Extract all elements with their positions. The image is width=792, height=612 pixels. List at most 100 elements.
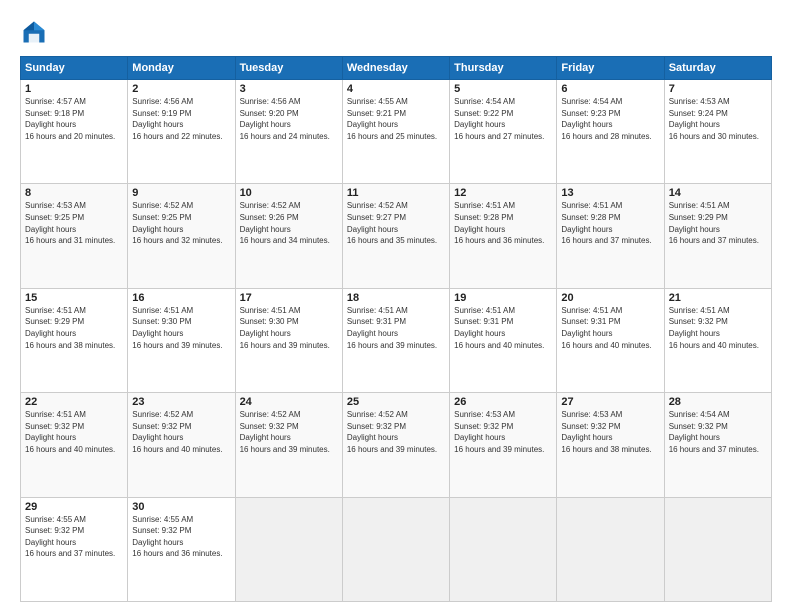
day-number: 6 (561, 83, 659, 95)
day-info: Sunrise: 4:54 AMSunset: 9:32 PMDaylight … (669, 410, 759, 454)
day-info: Sunrise: 4:52 AMSunset: 9:26 PMDaylight … (240, 201, 330, 245)
day-info: Sunrise: 4:56 AMSunset: 9:19 PMDaylight … (132, 97, 222, 141)
day-number: 10 (240, 187, 338, 199)
day-info: Sunrise: 4:53 AMSunset: 9:24 PMDaylight … (669, 97, 759, 141)
day-info: Sunrise: 4:53 AMSunset: 9:32 PMDaylight … (561, 410, 651, 454)
day-number: 3 (240, 83, 338, 95)
day-info: Sunrise: 4:51 AMSunset: 9:32 PMDaylight … (25, 410, 115, 454)
calendar-cell (557, 497, 664, 601)
calendar-cell: 30 Sunrise: 4:55 AMSunset: 9:32 PMDayligh… (128, 497, 235, 601)
day-number: 14 (669, 187, 767, 199)
calendar-cell: 17 Sunrise: 4:51 AMSunset: 9:30 PMDayligh… (235, 288, 342, 392)
day-number: 29 (25, 501, 123, 513)
day-number: 21 (669, 292, 767, 304)
weekday-header-sunday: Sunday (21, 57, 128, 80)
calendar-table: SundayMondayTuesdayWednesdayThursdayFrid… (20, 56, 772, 602)
day-number: 8 (25, 187, 123, 199)
calendar-cell: 27 Sunrise: 4:53 AMSunset: 9:32 PMDayligh… (557, 393, 664, 497)
weekday-header-monday: Monday (128, 57, 235, 80)
weekday-header-wednesday: Wednesday (342, 57, 449, 80)
calendar-cell: 8 Sunrise: 4:53 AMSunset: 9:25 PMDaylight… (21, 184, 128, 288)
day-number: 7 (669, 83, 767, 95)
day-info: Sunrise: 4:53 AMSunset: 9:25 PMDaylight … (25, 201, 115, 245)
day-info: Sunrise: 4:51 AMSunset: 9:31 PMDaylight … (561, 306, 651, 350)
day-info: Sunrise: 4:52 AMSunset: 9:32 PMDaylight … (347, 410, 437, 454)
day-number: 4 (347, 83, 445, 95)
day-number: 12 (454, 187, 552, 199)
calendar-cell: 10 Sunrise: 4:52 AMSunset: 9:26 PMDayligh… (235, 184, 342, 288)
day-number: 2 (132, 83, 230, 95)
day-info: Sunrise: 4:56 AMSunset: 9:20 PMDaylight … (240, 97, 330, 141)
day-info: Sunrise: 4:51 AMSunset: 9:29 PMDaylight … (25, 306, 115, 350)
calendar-cell: 26Sunrise: 4:53 AMSunset: 9:32 PMDayligh… (450, 393, 557, 497)
day-number: 17 (240, 292, 338, 304)
calendar-cell: 7 Sunrise: 4:53 AMSunset: 9:24 PMDaylight… (664, 80, 771, 184)
calendar-cell: 5 Sunrise: 4:54 AMSunset: 9:22 PMDaylight… (450, 80, 557, 184)
calendar-cell: 28Sunrise: 4:54 AMSunset: 9:32 PMDayligh… (664, 393, 771, 497)
day-number: 1 (25, 83, 123, 95)
day-number: 16 (132, 292, 230, 304)
day-number: 30 (132, 501, 230, 513)
calendar-cell: 19Sunrise: 4:51 AMSunset: 9:31 PMDayligh… (450, 288, 557, 392)
day-info: Sunrise: 4:52 AMSunset: 9:25 PMDaylight … (132, 201, 222, 245)
calendar-cell: 21 Sunrise: 4:51 AMSunset: 9:32 PMDayligh… (664, 288, 771, 392)
calendar-cell: 18 Sunrise: 4:51 AMSunset: 9:31 PMDayligh… (342, 288, 449, 392)
day-number: 20 (561, 292, 659, 304)
calendar-cell: 16 Sunrise: 4:51 AMSunset: 9:30 PMDayligh… (128, 288, 235, 392)
calendar-cell: 25 Sunrise: 4:52 AMSunset: 9:32 PMDayligh… (342, 393, 449, 497)
day-info: Sunrise: 4:55 AMSunset: 9:32 PMDaylight … (132, 515, 222, 559)
day-number: 5 (454, 83, 552, 95)
day-info: Sunrise: 4:55 AMSunset: 9:21 PMDaylight … (347, 97, 437, 141)
weekday-header-row: SundayMondayTuesdayWednesdayThursdayFrid… (21, 57, 772, 80)
day-info: Sunrise: 4:54 AMSunset: 9:22 PMDaylight … (454, 97, 544, 141)
logo (20, 18, 52, 46)
day-info: Sunrise: 4:51 AMSunset: 9:30 PMDaylight … (240, 306, 330, 350)
calendar-cell: 1 Sunrise: 4:57 AMSunset: 9:18 PMDaylight… (21, 80, 128, 184)
day-info: Sunrise: 4:51 AMSunset: 9:28 PMDaylight … (561, 201, 651, 245)
day-number: 24 (240, 396, 338, 408)
weekday-header-friday: Friday (557, 57, 664, 80)
calendar-cell: 20 Sunrise: 4:51 AMSunset: 9:31 PMDayligh… (557, 288, 664, 392)
day-number: 23 (132, 396, 230, 408)
calendar-cell (450, 497, 557, 601)
calendar-cell: 15 Sunrise: 4:51 AMSunset: 9:29 PMDayligh… (21, 288, 128, 392)
calendar-cell (342, 497, 449, 601)
calendar-row-1: 1 Sunrise: 4:57 AMSunset: 9:18 PMDaylight… (21, 80, 772, 184)
day-info: Sunrise: 4:51 AMSunset: 9:32 PMDaylight … (669, 306, 759, 350)
day-info: Sunrise: 4:51 AMSunset: 9:29 PMDaylight … (669, 201, 759, 245)
day-number: 11 (347, 187, 445, 199)
day-info: Sunrise: 4:51 AMSunset: 9:30 PMDaylight … (132, 306, 222, 350)
calendar-cell: 22Sunrise: 4:51 AMSunset: 9:32 PMDayligh… (21, 393, 128, 497)
weekday-header-thursday: Thursday (450, 57, 557, 80)
day-info: Sunrise: 4:57 AMSunset: 9:18 PMDaylight … (25, 97, 115, 141)
logo-icon (20, 18, 48, 46)
day-info: Sunrise: 4:53 AMSunset: 9:32 PMDaylight … (454, 410, 544, 454)
calendar-cell: 29 Sunrise: 4:55 AMSunset: 9:32 PMDayligh… (21, 497, 128, 601)
day-number: 27 (561, 396, 659, 408)
calendar-cell: 3 Sunrise: 4:56 AMSunset: 9:20 PMDaylight… (235, 80, 342, 184)
calendar-cell: 24Sunrise: 4:52 AMSunset: 9:32 PMDayligh… (235, 393, 342, 497)
weekday-header-saturday: Saturday (664, 57, 771, 80)
weekday-header-tuesday: Tuesday (235, 57, 342, 80)
calendar-cell: 2 Sunrise: 4:56 AMSunset: 9:19 PMDaylight… (128, 80, 235, 184)
day-info: Sunrise: 4:54 AMSunset: 9:23 PMDaylight … (561, 97, 651, 141)
calendar-cell: 4 Sunrise: 4:55 AMSunset: 9:21 PMDaylight… (342, 80, 449, 184)
calendar-cell (664, 497, 771, 601)
day-info: Sunrise: 4:52 AMSunset: 9:32 PMDaylight … (132, 410, 222, 454)
calendar-cell: 12Sunrise: 4:51 AMSunset: 9:28 PMDayligh… (450, 184, 557, 288)
header (20, 18, 772, 46)
day-info: Sunrise: 4:55 AMSunset: 9:32 PMDaylight … (25, 515, 115, 559)
day-number: 25 (347, 396, 445, 408)
calendar-row-3: 15 Sunrise: 4:51 AMSunset: 9:29 PMDayligh… (21, 288, 772, 392)
calendar-cell: 6 Sunrise: 4:54 AMSunset: 9:23 PMDaylight… (557, 80, 664, 184)
day-number: 19 (454, 292, 552, 304)
calendar-row-5: 29 Sunrise: 4:55 AMSunset: 9:32 PMDayligh… (21, 497, 772, 601)
calendar-row-2: 8 Sunrise: 4:53 AMSunset: 9:25 PMDaylight… (21, 184, 772, 288)
day-info: Sunrise: 4:52 AMSunset: 9:27 PMDaylight … (347, 201, 437, 245)
day-number: 18 (347, 292, 445, 304)
calendar-cell: 14 Sunrise: 4:51 AMSunset: 9:29 PMDayligh… (664, 184, 771, 288)
day-number: 15 (25, 292, 123, 304)
calendar-cell: 23 Sunrise: 4:52 AMSunset: 9:32 PMDayligh… (128, 393, 235, 497)
calendar-cell (235, 497, 342, 601)
day-info: Sunrise: 4:51 AMSunset: 9:31 PMDaylight … (347, 306, 437, 350)
